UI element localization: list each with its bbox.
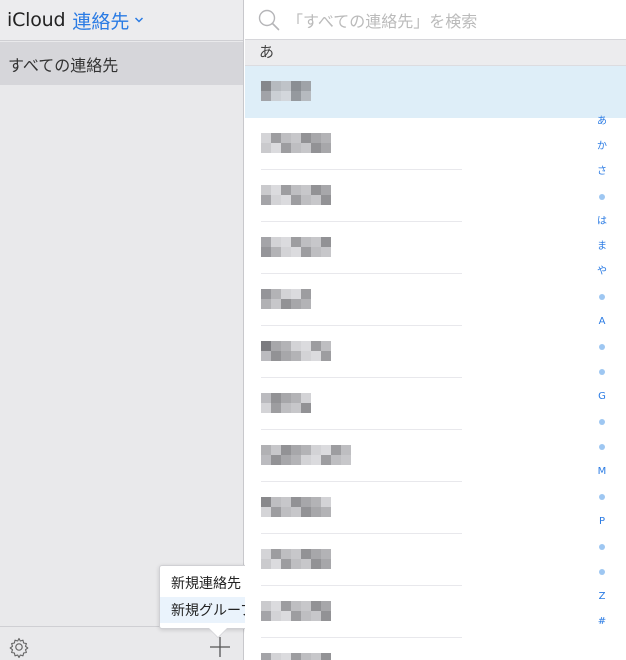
index-dot[interactable] [599, 444, 605, 450]
group-all-contacts-label: すべての連絡先 [8, 55, 119, 75]
sidebar: iCloud 連絡先 すべての連絡先 [0, 0, 244, 660]
search-icon [258, 9, 280, 31]
index-letter[interactable]: や [594, 266, 610, 278]
contact-row[interactable] [245, 378, 626, 430]
search-input[interactable] [285, 7, 609, 35]
index-letter[interactable]: か [594, 141, 610, 153]
chevron-down-icon[interactable] [134, 15, 144, 25]
index-dot[interactable] [599, 344, 605, 350]
contact-row[interactable] [245, 222, 626, 274]
index-letter[interactable]: A [594, 316, 610, 328]
contact-row[interactable] [245, 66, 626, 118]
section-header: あ [245, 40, 626, 66]
brand-label: iCloud [7, 9, 66, 31]
contact-name-redacted [261, 549, 331, 569]
contact-row[interactable] [245, 170, 626, 222]
contact-name-redacted [261, 653, 331, 660]
index-letter[interactable]: ま [594, 241, 610, 253]
index-letter[interactable]: は [594, 216, 610, 228]
contact-name-redacted [261, 289, 311, 309]
contact-name-redacted [261, 601, 331, 621]
contact-row[interactable] [245, 534, 626, 586]
contacts-main: あ あかさはまや A G M P Z # [245, 0, 626, 660]
contact-list [245, 66, 626, 660]
sidebar-footer [0, 626, 243, 660]
index-dot[interactable] [599, 544, 605, 550]
search-bar [245, 0, 626, 40]
index-dot[interactable] [599, 294, 605, 300]
contact-name-redacted [261, 185, 331, 205]
index-letter[interactable]: # [594, 616, 610, 628]
index-letter[interactable]: P [594, 516, 610, 528]
contact-row[interactable] [245, 274, 626, 326]
index-letter[interactable]: さ [594, 166, 610, 178]
index-dot[interactable] [599, 494, 605, 500]
contact-row[interactable] [245, 118, 626, 170]
index-dot[interactable] [599, 369, 605, 375]
sidebar-header: iCloud 連絡先 [0, 0, 243, 41]
index-dot[interactable] [599, 194, 605, 200]
contact-name-redacted [261, 133, 331, 153]
index-dot[interactable] [599, 419, 605, 425]
plus-icon[interactable] [208, 635, 232, 659]
contact-name-redacted [261, 445, 351, 465]
app-title-menu[interactable]: 連絡先 [72, 7, 129, 34]
contact-name-redacted [261, 497, 331, 517]
group-all-contacts[interactable]: すべての連絡先 [0, 42, 243, 85]
index-letter[interactable]: Z [594, 591, 610, 603]
contact-row[interactable] [245, 482, 626, 534]
contact-row[interactable] [245, 430, 626, 482]
contact-name-redacted [261, 237, 331, 257]
contact-row[interactable] [245, 326, 626, 378]
contact-row[interactable] [245, 638, 626, 660]
contact-name-redacted [261, 341, 331, 361]
index-letter[interactable]: M [594, 466, 610, 478]
gear-icon[interactable] [8, 636, 30, 658]
index-letter[interactable]: あ [594, 116, 610, 128]
index-dot[interactable] [599, 569, 605, 575]
index-letter[interactable]: G [594, 391, 610, 403]
contact-row[interactable] [245, 586, 626, 638]
contact-name-redacted [261, 81, 311, 101]
contact-name-redacted [261, 393, 311, 413]
